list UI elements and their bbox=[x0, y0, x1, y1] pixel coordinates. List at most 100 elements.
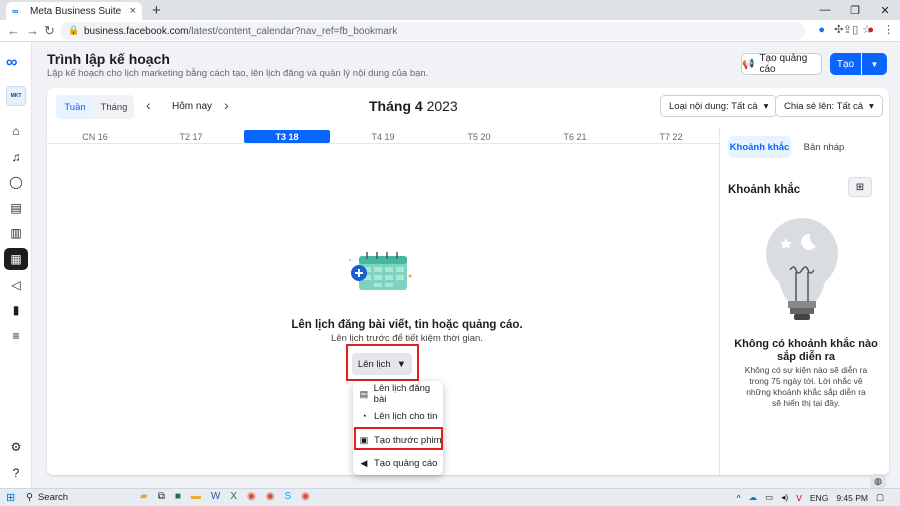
contacts-icon[interactable]: ▤ bbox=[4, 197, 28, 219]
taskbar-apps: ▰ ⧉ ■ ▬ W X ◉ ◉ S ◉ bbox=[140, 491, 310, 502]
content-icon[interactable]: ▥ bbox=[4, 222, 28, 244]
puzzle-icon[interactable]: ✣ bbox=[834, 23, 843, 36]
meta-logo-icon[interactable]: ∞ bbox=[6, 54, 17, 72]
month-label: Tháng 4 2023 bbox=[369, 98, 458, 114]
notifications-icon[interactable]: ♫ bbox=[4, 146, 28, 168]
today-button[interactable]: Hôm nay bbox=[172, 101, 212, 112]
close-window-button[interactable]: ✕ bbox=[870, 0, 900, 20]
forward-arrow-icon[interactable]: → bbox=[26, 23, 39, 38]
day-column-header[interactable]: CN 16 bbox=[52, 130, 138, 143]
meta-favicon-icon: ∞ bbox=[12, 6, 19, 16]
insights-icon[interactable]: ▮ bbox=[4, 299, 28, 321]
view-week-button[interactable]: Tuần bbox=[56, 95, 94, 119]
panel-divider bbox=[719, 128, 720, 475]
empty-state-title: Lên lịch đăng bài viết, tin hoặc quảng c… bbox=[291, 319, 523, 331]
notification-icon[interactable]: ▢ bbox=[876, 492, 884, 503]
day-column-header[interactable]: T5 20 bbox=[436, 130, 522, 143]
day-column-header[interactable]: T2 17 bbox=[148, 130, 234, 143]
ads-megaphone-icon[interactable]: ◁ bbox=[4, 274, 28, 296]
create-button[interactable]: Tạo bbox=[830, 53, 861, 75]
back-arrow-icon[interactable]: ← bbox=[7, 23, 20, 38]
app-tray-icon[interactable]: V bbox=[796, 493, 802, 503]
menu-item-create-ad[interactable]: ◀ Tạo quảng cáo bbox=[353, 453, 443, 473]
calendar-card: Tuần Tháng ‹ Hôm nay › Tháng 4 2023 Loại… bbox=[47, 88, 889, 475]
excel-icon[interactable]: X bbox=[230, 491, 237, 502]
more-menu-icon[interactable]: ⋮ bbox=[883, 23, 894, 36]
day-column-header-selected[interactable]: T3 18 bbox=[244, 130, 330, 143]
planner-icon[interactable]: ▦ bbox=[4, 248, 28, 270]
word-icon[interactable]: W bbox=[211, 491, 220, 502]
megaphone-icon: ◀ bbox=[360, 457, 368, 468]
tab-moments[interactable]: Khoảnh khắc bbox=[728, 136, 791, 158]
chrome-icon[interactable]: ◉ bbox=[247, 491, 256, 502]
windows-start-icon[interactable]: ⊞ bbox=[6, 491, 15, 504]
volume-icon[interactable]: ◂) bbox=[781, 492, 788, 503]
day-column-header[interactable]: T6 21 bbox=[532, 130, 618, 143]
app-icon[interactable]: ▰ bbox=[140, 491, 148, 502]
planner-header: Trình lập kế hoạch Lập kế hoạch cho lịch… bbox=[32, 42, 900, 88]
add-moment-button[interactable]: ⊞ bbox=[848, 177, 872, 197]
content-type-filter[interactable]: Loại nội dung: Tất cả ▾ bbox=[660, 95, 778, 117]
extension-icon[interactable]: ● bbox=[818, 24, 825, 36]
url-field[interactable]: 🔒 business.facebook.com/latest/content_c… bbox=[60, 22, 805, 40]
help-globe-icon[interactable]: ◍ bbox=[870, 474, 886, 488]
menu-item-schedule-story[interactable]: ◔ Lên lịch cho tin bbox=[353, 406, 443, 426]
clock[interactable]: 9:45 PM bbox=[836, 493, 868, 503]
system-tray: ^ ☁ ▭ ◂) V ENG 9:45 PM ▢ bbox=[737, 492, 884, 503]
minimize-button[interactable]: — bbox=[810, 0, 840, 20]
tab-title: Meta Business Suite bbox=[30, 5, 122, 17]
new-tab-button[interactable]: + bbox=[152, 2, 161, 19]
maximize-button[interactable]: ❐ bbox=[840, 0, 870, 20]
shared-to-filter-label: Chia sẻ lên: Tất cả bbox=[784, 100, 864, 112]
reload-icon[interactable]: ↻ bbox=[44, 23, 55, 39]
taskbar-search-label: Search bbox=[37, 492, 69, 503]
moments-title: Khoảnh khắc bbox=[728, 184, 801, 196]
chrome-icon[interactable]: ◉ bbox=[301, 491, 310, 502]
add-calendar-icon: ⊞ bbox=[855, 181, 865, 193]
lightbulb-illustration-icon bbox=[766, 218, 838, 320]
chrome-icon[interactable]: ◉ bbox=[266, 491, 275, 502]
menu-item-label: Lên lịch đăng bài bbox=[373, 383, 431, 405]
profile-avatar-icon[interactable]: ● bbox=[867, 24, 874, 36]
create-ad-button[interactable]: 📢 Tạo quảng cáo bbox=[741, 53, 822, 75]
all-tools-icon[interactable]: ≡ bbox=[4, 325, 28, 347]
settings-gear-icon[interactable]: ⚙ bbox=[4, 436, 28, 458]
taskbar-search[interactable]: ⚲ Search bbox=[26, 489, 134, 506]
battery-icon[interactable]: ▭ bbox=[765, 492, 773, 503]
shared-to-filter[interactable]: Chia sẻ lên: Tất cả ▾ bbox=[775, 95, 883, 117]
tray-chevron-icon[interactable]: ^ bbox=[737, 493, 741, 503]
view-month-button[interactable]: Tháng bbox=[94, 95, 134, 119]
content-type-filter-label: Loại nội dung: Tất cả bbox=[669, 100, 758, 112]
skype-icon[interactable]: S bbox=[284, 491, 291, 502]
tab-close-button[interactable]: × bbox=[130, 5, 136, 17]
sidepanel-icon[interactable]: ▯ bbox=[852, 23, 858, 36]
create-dropdown-chevron-icon[interactable]: ▼ bbox=[862, 53, 887, 75]
year: 2023 bbox=[426, 98, 458, 114]
cloud-icon[interactable]: ☁ bbox=[749, 492, 758, 503]
inbox-icon[interactable]: ◯ bbox=[4, 171, 28, 193]
calendar-illustration-icon bbox=[349, 252, 412, 290]
day-column-header[interactable]: T7 22 bbox=[628, 130, 714, 143]
schedule-button[interactable]: Lên lịch ▼ bbox=[352, 353, 412, 375]
help-icon[interactable]: ? bbox=[4, 462, 28, 484]
app-icon[interactable]: ■ bbox=[175, 491, 181, 502]
prev-chevron-icon[interactable]: ‹ bbox=[146, 97, 151, 113]
browser-tab[interactable]: ∞ Meta Business Suite × bbox=[6, 2, 142, 20]
home-icon[interactable]: ⌂ bbox=[4, 120, 28, 142]
left-nav-rail: ∞ MKT ⌂ ♫ ◯ ▤ ▥ ▦ ◁ ▮ ≡ ⚙ ? bbox=[0, 42, 32, 488]
megaphone-icon: 📢 bbox=[742, 58, 755, 70]
lock-icon: 🔒 bbox=[68, 25, 80, 35]
url-path: /latest/content_calendar?nav_ref=fb_book… bbox=[188, 25, 398, 37]
page-title: Trình lập kế hoạch bbox=[47, 51, 170, 67]
tab-drafts[interactable]: Bản nháp bbox=[801, 136, 847, 158]
menu-item-label: Tạo quảng cáo bbox=[374, 457, 438, 469]
page-avatar[interactable]: MKT bbox=[6, 86, 26, 106]
moments-empty-subtitle: Không có sự kiện nào sẽ diễn ra trong 75… bbox=[744, 365, 868, 408]
next-chevron-icon[interactable]: › bbox=[224, 97, 229, 113]
file-explorer-icon[interactable]: ▬ bbox=[191, 491, 201, 502]
menu-item-schedule-post[interactable]: ▤ Lên lịch đăng bài bbox=[353, 383, 443, 405]
search-icon: ⚲ bbox=[26, 492, 33, 503]
task-view-icon[interactable]: ⧉ bbox=[158, 491, 165, 502]
language-indicator[interactable]: ENG bbox=[810, 493, 828, 503]
day-column-header[interactable]: T4 19 bbox=[340, 130, 426, 143]
